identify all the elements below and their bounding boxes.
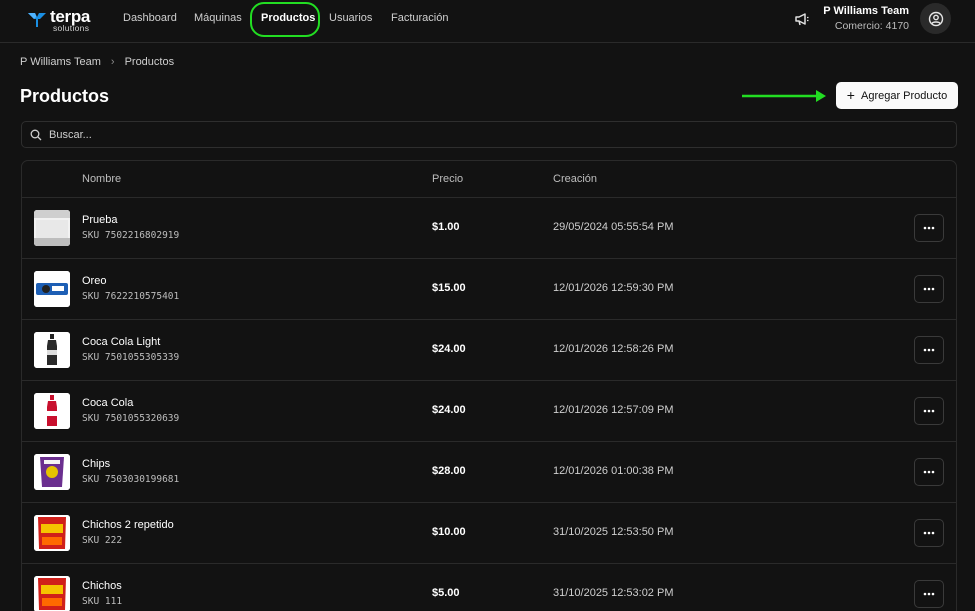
product-thumbnail: [34, 271, 70, 307]
page-title: Productos: [20, 86, 110, 106]
product-price: $10.00: [432, 526, 466, 538]
table-row[interactable]: Coca Cola Light SKU 7501055305339 $24.00…: [22, 320, 956, 381]
table-header: Nombre Precio Creación: [22, 161, 956, 198]
row-actions-button[interactable]: [914, 397, 944, 425]
product-sku: SKU 7501055305339: [82, 352, 180, 363]
search-input[interactable]: [49, 128, 929, 141]
product-created: 31/10/2025 12:53:02 PM: [553, 587, 674, 599]
breadcrumb: P Williams Team › Productos: [20, 56, 174, 68]
header-created[interactable]: Creación: [553, 173, 597, 185]
product-name: Chichos: [82, 580, 122, 592]
top-navbar: terpa solutions Dashboard Máquinas Produ…: [0, 0, 975, 43]
product-created: 31/10/2025 12:53:50 PM: [553, 526, 674, 538]
product-thumbnail: [34, 454, 70, 490]
header-price[interactable]: Precio: [432, 173, 463, 185]
brand-sub: solutions: [53, 23, 90, 33]
product-created: 12/01/2026 12:58:26 PM: [553, 343, 674, 355]
user-store: Comercio: 4170: [834, 20, 909, 32]
product-price: $28.00: [432, 465, 466, 477]
product-price: $24.00: [432, 404, 466, 416]
nav-usuarios[interactable]: Usuarios: [329, 12, 372, 24]
product-sku: SKU 222: [82, 535, 123, 546]
product-sku: SKU 7502216802919: [82, 230, 180, 241]
add-product-button[interactable]: + Agregar Producto: [836, 82, 958, 109]
table-row[interactable]: Chichos SKU 111 $5.00 31/10/2025 12:53:0…: [22, 564, 956, 611]
more-horizontal-icon: [923, 592, 935, 596]
product-thumbnail: [34, 576, 70, 611]
product-thumbnail: [34, 515, 70, 551]
megaphone-icon[interactable]: [793, 11, 811, 27]
user-name: P Williams Team: [823, 5, 909, 17]
header-name[interactable]: Nombre: [82, 173, 121, 185]
row-actions-button[interactable]: [914, 214, 944, 242]
chevron-right-icon: ›: [110, 56, 115, 68]
product-created: 12/01/2026 12:57:09 PM: [553, 404, 674, 416]
table-row[interactable]: Chichos 2 repetido SKU 222 $10.00 31/10/…: [22, 503, 956, 564]
product-price: $24.00: [432, 343, 466, 355]
product-created: 29/05/2024 05:55:54 PM: [553, 221, 674, 233]
plus-icon: +: [846, 87, 855, 103]
product-name: Coca Cola Light: [82, 336, 161, 348]
table-row[interactable]: Chips SKU 7503030199681 $28.00 12/01/202…: [22, 442, 956, 503]
more-horizontal-icon: [923, 470, 935, 474]
product-name: Chips: [82, 458, 111, 470]
product-price: $1.00: [432, 221, 460, 233]
row-actions-button[interactable]: [914, 336, 944, 364]
nav-facturacion[interactable]: Facturación: [391, 12, 448, 24]
avatar[interactable]: [920, 3, 951, 34]
row-actions-button[interactable]: [914, 275, 944, 303]
products-table: Nombre Precio Creación Prueba SKU 750221…: [21, 160, 957, 611]
user-circle-icon: [928, 11, 943, 26]
product-thumbnail: [34, 332, 70, 368]
nav-maquinas[interactable]: Máquinas: [194, 12, 242, 24]
product-created: 12/01/2026 01:00:38 PM: [553, 465, 674, 477]
product-price: $5.00: [432, 587, 460, 599]
nav-productos[interactable]: Productos: [261, 12, 315, 24]
table-row[interactable]: Prueba SKU 7502216802919 $1.00 29/05/202…: [22, 198, 956, 259]
product-sku: SKU 7622210575401: [82, 291, 180, 302]
product-created: 12/01/2026 12:59:30 PM: [553, 282, 674, 294]
product-price: $15.00: [432, 282, 466, 294]
nav-dashboard[interactable]: Dashboard: [123, 12, 177, 24]
product-name: Coca Cola: [82, 397, 134, 409]
search-icon: [30, 129, 42, 140]
product-sku: SKU 7503030199681: [82, 474, 180, 485]
product-name: Prueba: [82, 214, 118, 226]
breadcrumb-team[interactable]: P Williams Team: [20, 56, 101, 68]
more-horizontal-icon: [923, 348, 935, 352]
more-horizontal-icon: [923, 287, 935, 291]
breadcrumb-current: Productos: [124, 56, 175, 68]
product-sku: SKU 111: [82, 596, 123, 607]
product-name: Chichos 2 repetido: [82, 519, 174, 531]
more-horizontal-icon: [923, 531, 935, 535]
green-arrow-annotation-icon: [742, 90, 826, 102]
product-thumbnail: [34, 210, 70, 246]
product-thumbnail: [34, 393, 70, 429]
more-horizontal-icon: [923, 409, 935, 413]
product-name: Oreo: [82, 275, 107, 287]
product-sku: SKU 7501055320639: [82, 413, 180, 424]
add-product-label: Agregar Producto: [860, 89, 948, 102]
terpa-logo[interactable]: terpa solutions: [27, 7, 107, 33]
row-actions-button[interactable]: [914, 580, 944, 608]
terpa-logo-mark-icon: [28, 13, 46, 27]
search-box: [21, 121, 957, 148]
row-actions-button[interactable]: [914, 458, 944, 486]
row-actions-button[interactable]: [914, 519, 944, 547]
table-row[interactable]: Oreo SKU 7622210575401 $15.00 12/01/2026…: [22, 259, 956, 320]
more-horizontal-icon: [923, 226, 935, 230]
table-row[interactable]: Coca Cola SKU 7501055320639 $24.00 12/01…: [22, 381, 956, 442]
